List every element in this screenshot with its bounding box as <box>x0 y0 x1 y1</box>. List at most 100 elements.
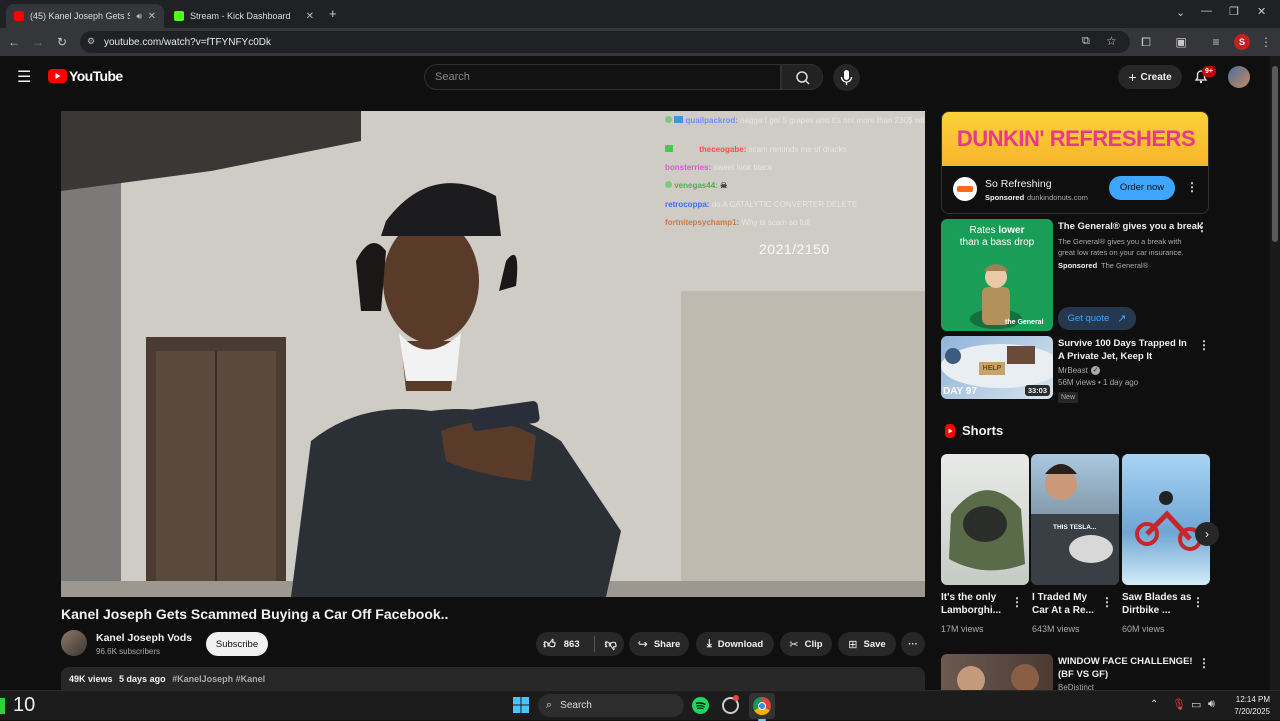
search-button[interactable] <box>781 64 823 90</box>
short-menu-kebab-icon[interactable]: ⋮ <box>1101 595 1113 609</box>
chrome-taskbar-button[interactable] <box>749 693 775 721</box>
close-tab-icon[interactable]: ✕ <box>306 11 314 22</box>
tab-youtube[interactable]: (45) Kanel Joseph Gets Scam 🔊︎ ✕ <box>6 4 164 28</box>
extensions-icon[interactable]: ⧠ <box>1138 34 1154 50</box>
short-thumbnail[interactable] <box>1122 454 1210 585</box>
new-tab-button[interactable]: + <box>329 6 337 21</box>
tab-kick[interactable]: Stream - Kick Dashboard ✕ <box>166 4 322 28</box>
clock-date[interactable]: 7/20/2025 <box>1224 707 1270 716</box>
video-title[interactable]: WINDOW FACE CHALLENGE! (BF VS GF) <box>1058 655 1193 681</box>
youtube-logo-icon[interactable] <box>48 69 67 83</box>
short-menu-kebab-icon[interactable]: ⋮ <box>1011 595 1023 609</box>
channel-name[interactable]: Kanel Joseph Vods <box>96 632 192 644</box>
search-icon: ⌕ <box>546 699 553 711</box>
chat-message: retrocoppa: do A CATALYTIC CONVERTER DEL… <box>665 200 857 209</box>
site-info-icon[interactable]: ⚙ <box>87 36 95 47</box>
install-icon[interactable]: ⧉ <box>1082 35 1090 48</box>
tab-search-icon[interactable]: ⌄ <box>1176 6 1185 19</box>
chat-message: quailpackrod: nagga I got 5 grapes and i… <box>665 116 925 125</box>
maximize-icon[interactable]: ❐ <box>1229 5 1239 18</box>
youtube-logo-text[interactable]: YouTube <box>69 68 123 84</box>
share-label: Share <box>653 638 681 650</box>
share-button[interactable]: ↪ Share <box>629 632 689 656</box>
clip-button[interactable]: ✂ Clip <box>780 632 832 656</box>
close-tab-icon[interactable]: ✕ <box>148 11 156 22</box>
page-scrollbar-thumb[interactable] <box>1272 66 1278 242</box>
taskbar-search-label: Search <box>560 700 592 711</box>
short-thumbnail[interactable] <box>941 454 1029 585</box>
share-icon: ↪ <box>637 637 648 651</box>
save-button[interactable]: ⊞ Save <box>838 632 896 656</box>
chat-message: fortnitepsychamp1: Why is scam so full <box>665 218 810 227</box>
windows-taskbar: 10 ⌕ Search ⌃ 🎙︎ ▭ 🔊︎ 12:14 PM 7/20/2025 <box>0 690 1280 721</box>
create-button[interactable]: + Create <box>1118 65 1182 89</box>
sidepanel-icon[interactable]: ▣ <box>1173 34 1189 50</box>
dunkin-ad-card[interactable]: DUNKIN' REFRESHERS So Refreshing Sponsor… <box>941 111 1209 214</box>
taskbar-search-box[interactable]: ⌕ Search <box>538 694 684 717</box>
general-ad-thumbnail[interactable]: Rates lower than a bass drop the General <box>941 219 1053 331</box>
clock-time[interactable]: 12:14 PM <box>1230 695 1270 704</box>
account-avatar[interactable] <box>1228 66 1250 88</box>
display-tray-icon[interactable]: ▭ <box>1191 698 1201 711</box>
tab-title: (45) Kanel Joseph Gets Scam <box>30 11 130 21</box>
forward-icon[interactable]: → <box>30 34 46 50</box>
plus-icon: + <box>1128 69 1137 85</box>
short-menu-kebab-icon[interactable]: ⋮ <box>1192 595 1204 609</box>
more-actions-button[interactable]: ··· <box>901 632 925 656</box>
windows-start-icon[interactable] <box>513 697 529 713</box>
channel-avatar[interactable] <box>61 630 87 656</box>
hashtags[interactable]: #KanelJoseph #Kanel <box>172 674 265 684</box>
save-playlist-icon: ⊞ <box>848 638 858 651</box>
short-overlay-text: THIS TESLA... <box>1053 524 1097 531</box>
bookmark-star-icon[interactable]: ☆ <box>1106 34 1117 48</box>
back-icon[interactable]: ← <box>6 34 22 50</box>
short-title[interactable]: It's the only Lamborghi... <box>941 591 1013 617</box>
address-bar[interactable]: ⚙ youtube.com/watch?v=fTFYNFYc0Dk ⧉ ☆ <box>80 31 1130 53</box>
chat-message: bonsterries: sweet look black <box>665 163 772 172</box>
like-dislike-group: 👍︎ 863 👎︎ <box>536 632 624 656</box>
search-input[interactable]: Search <box>424 64 781 90</box>
reload-icon[interactable]: ↻ <box>54 34 70 50</box>
get-quote-button[interactable]: Get quote ↗ <box>1058 307 1136 330</box>
ad-title[interactable]: The General® gives you a break <box>1058 220 1202 233</box>
video-title[interactable]: Survive 100 Days Trapped In A Private Je… <box>1058 337 1193 363</box>
video-menu-kebab-icon[interactable]: ⋮ <box>1198 338 1210 352</box>
like-button[interactable]: 👍︎ 863 <box>543 637 579 652</box>
media-icon[interactable]: ≡ <box>1208 34 1224 50</box>
description-box[interactable]: 49K views 5 days ago #KanelJoseph #Kanel <box>61 667 925 691</box>
volume-tray-icon[interactable]: 🔊︎ <box>1208 698 1215 711</box>
shorts-next-chevron-icon[interactable]: › <box>1195 522 1219 546</box>
next-video-thumbnail[interactable] <box>941 654 1053 690</box>
spotify-icon[interactable] <box>692 697 709 714</box>
channel-name[interactable]: BeDistinct <box>1058 682 1094 690</box>
taskbar-widget-number[interactable]: 10 <box>13 694 35 717</box>
download-button[interactable]: ⤓ Download <box>696 632 774 656</box>
like-count: 863 <box>563 638 580 650</box>
mic-tray-icon[interactable]: 🎙︎ <box>1172 698 1186 711</box>
short-title[interactable]: I Traded My Car At a Re... <box>1032 591 1104 617</box>
ad-domain: dunkindonuts.com <box>1027 193 1088 202</box>
dislike-button[interactable]: 👎︎ <box>605 637 617 652</box>
video-meta: 56M views • 1 day ago <box>1058 378 1139 387</box>
speaker-icon[interactable]: 🔊︎ <box>136 11 142 22</box>
video-menu-kebab-icon[interactable]: ⋮ <box>1198 656 1210 670</box>
short-thumbnail[interactable]: THIS TESLA... <box>1031 454 1119 585</box>
dunkin-ad-banner[interactable]: DUNKIN' REFRESHERS <box>942 112 1208 166</box>
video-player[interactable]: quailpackrod: nagga I got 5 grapes and i… <box>61 111 925 597</box>
profile-avatar[interactable]: S <box>1234 34 1250 50</box>
obs-icon[interactable] <box>722 695 739 714</box>
channel-name[interactable]: MrBeast <box>1058 365 1088 377</box>
subscribe-button[interactable]: Subscribe <box>206 632 268 656</box>
order-now-button[interactable]: Order now <box>1109 176 1175 200</box>
tray-overflow-chevron-icon[interactable]: ⌃ <box>1150 699 1158 710</box>
short-title[interactable]: Saw Blades as Dirtbike ... <box>1122 591 1194 617</box>
menu-kebab-icon[interactable]: ⋮ <box>1258 34 1274 50</box>
ad-menu-kebab-icon[interactable]: ⋮ <box>1196 220 1208 234</box>
hamburger-menu-icon[interactable]: ☰ <box>17 67 31 87</box>
voice-search-mic-icon[interactable] <box>833 64 860 91</box>
general-ad-thumb-text: Rates lower than a bass drop <box>959 225 1035 248</box>
close-window-icon[interactable]: ✕ <box>1257 5 1266 18</box>
ad-menu-kebab-icon[interactable]: ⋮ <box>1186 180 1198 194</box>
minimize-icon[interactable]: — <box>1201 5 1212 17</box>
mrbeast-video-thumbnail[interactable]: HELP DAY 97 33:03 <box>941 336 1053 399</box>
